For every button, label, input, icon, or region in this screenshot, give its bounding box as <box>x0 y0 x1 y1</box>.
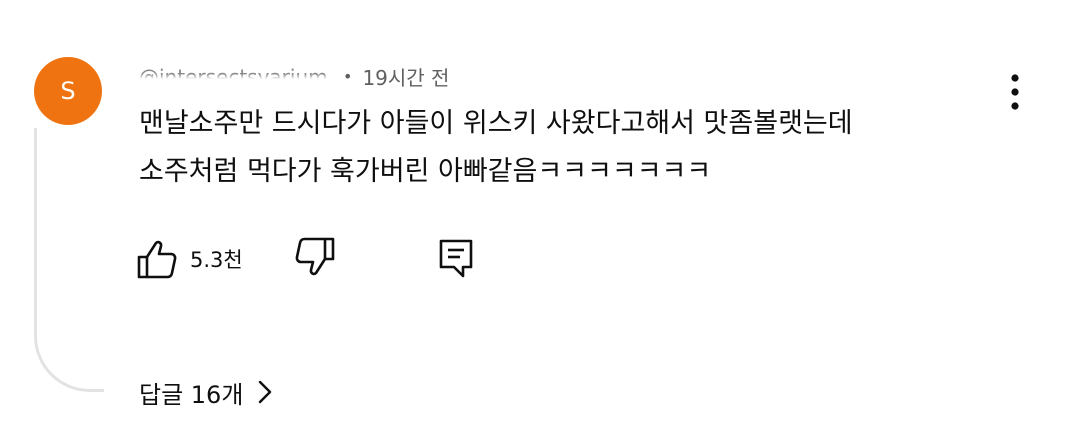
comment-actions: 5.3천 <box>136 234 536 284</box>
dislike-button[interactable] <box>294 236 340 282</box>
thread-connector-line <box>34 128 104 392</box>
comment-reply-icon <box>439 239 473 278</box>
replies-label: 답글 16개 <box>139 380 244 409</box>
comment-timestamp: 19시간 전 <box>362 65 450 90</box>
reply-button[interactable] <box>436 236 480 282</box>
author-handle[interactable]: @intersectsvarium <box>139 63 339 89</box>
avatar[interactable]: S <box>34 57 102 125</box>
comment-line: 맨날소주만 드시다가 아들이 위스키 사왔다고해서 맛좀볼랫는데 <box>139 108 853 139</box>
comment-line: 소주처럼 먹다가 훅가버린 아빠같음ㅋㅋㅋㅋㅋㅋㅋ <box>139 156 712 187</box>
thumbs-up-icon <box>137 240 177 279</box>
comment-body: 맨날소주만 드시다가 아들이 위스키 사왔다고해서 맛좀볼랫는데 소주처럼 먹다… <box>139 100 1019 196</box>
thumbs-down-icon <box>295 237 335 276</box>
like-button[interactable]: 5.3천 <box>136 236 243 282</box>
like-count: 5.3천 <box>190 248 243 272</box>
view-replies-button[interactable]: 답글 16개 <box>139 370 273 414</box>
chevron-right-icon <box>259 380 272 404</box>
comment-thread: S @intersectsvarium • 19시간 전 맨날소주만 드시다가 … <box>0 0 1080 440</box>
meta-separator: • <box>343 66 353 86</box>
comment-header: @intersectsvarium • 19시간 전 <box>139 60 449 92</box>
